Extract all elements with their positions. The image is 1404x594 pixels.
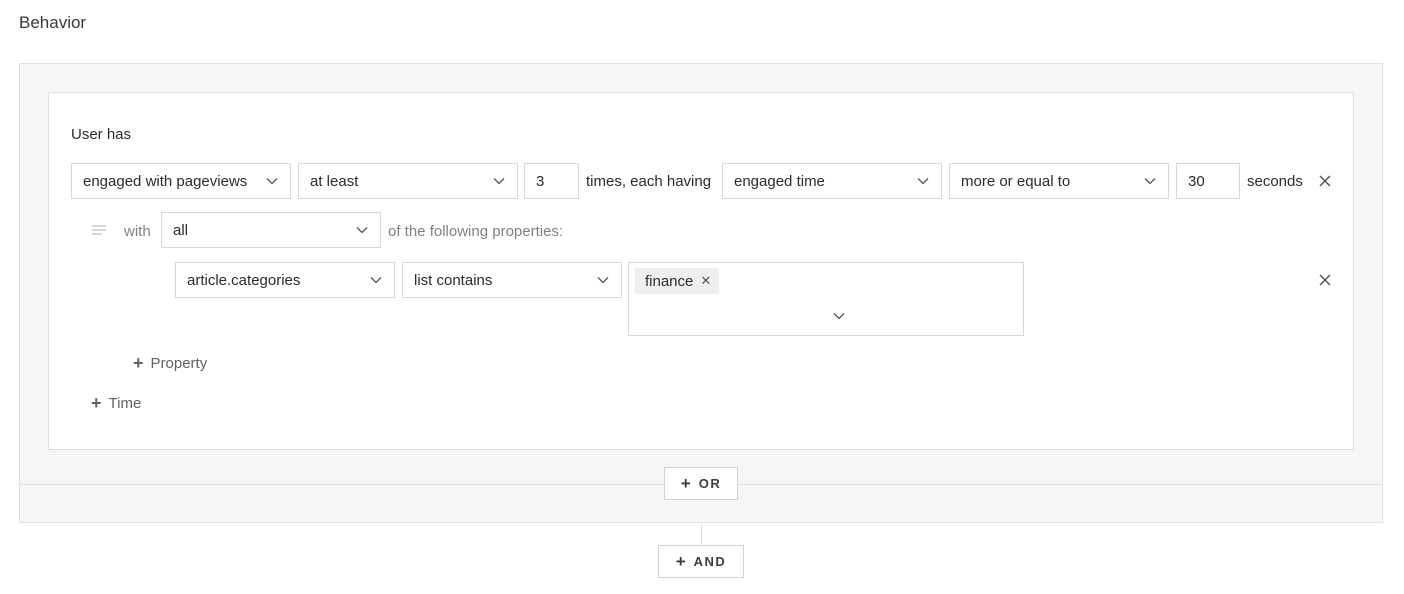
- plus-icon: +: [675, 551, 686, 571]
- chevron-down-icon: [493, 175, 505, 187]
- add-property-button[interactable]: + Property: [133, 353, 207, 374]
- chevron-down-icon[interactable]: [833, 309, 845, 321]
- property-operator-value: list contains: [414, 271, 493, 289]
- metric-select[interactable]: engaged time: [722, 163, 942, 199]
- with-label: with: [124, 223, 151, 240]
- behavior-group: User has engaged with pageviews at least…: [19, 63, 1383, 523]
- property-operator-select[interactable]: list contains: [402, 262, 622, 298]
- chevron-down-icon: [917, 175, 929, 187]
- qualifier-select[interactable]: at least: [298, 163, 518, 199]
- user-has-label: User has: [71, 126, 132, 143]
- seconds-label: seconds: [1247, 173, 1303, 190]
- comparison-select[interactable]: more or equal to: [949, 163, 1169, 199]
- lines-icon[interactable]: [92, 224, 108, 236]
- value-tag-label: finance: [645, 272, 694, 290]
- plus-icon: +: [680, 473, 691, 493]
- following-properties-label: of the following properties:: [388, 223, 564, 240]
- count-input-value: 3: [536, 172, 545, 190]
- plus-icon: +: [91, 393, 102, 413]
- add-time-button[interactable]: + Time: [91, 393, 141, 414]
- action-select[interactable]: engaged with pageviews: [71, 163, 291, 199]
- metric-select-value: engaged time: [734, 172, 825, 190]
- count-input[interactable]: 3: [524, 163, 579, 199]
- comparison-select-value: more or equal to: [961, 172, 1071, 190]
- chevron-down-icon: [356, 224, 368, 236]
- chevron-down-icon: [597, 274, 609, 286]
- qualifier-select-value: at least: [310, 172, 359, 190]
- value-tag: finance ✕: [635, 268, 720, 294]
- seconds-input-value: 30: [1188, 172, 1205, 190]
- connector-line: [701, 522, 702, 546]
- match-select-value: all: [173, 221, 189, 239]
- and-button-label: AND: [693, 554, 727, 569]
- remove-property-close-icon[interactable]: [1318, 273, 1332, 287]
- and-button[interactable]: + AND: [658, 545, 744, 578]
- rule-card: User has engaged with pageviews at least…: [48, 92, 1354, 450]
- remove-rule-close-icon[interactable]: [1318, 174, 1332, 188]
- or-button[interactable]: + OR: [664, 467, 738, 500]
- property-field-select[interactable]: article.categories: [175, 262, 395, 298]
- add-time-label: Time: [108, 395, 142, 412]
- chevron-down-icon: [266, 175, 278, 187]
- times-label: times, each having: [586, 173, 712, 190]
- property-field-value: article.categories: [187, 271, 301, 289]
- action-select-value: engaged with pageviews: [83, 172, 248, 190]
- property-values-multiselect[interactable]: finance ✕: [628, 262, 1024, 336]
- match-select[interactable]: all: [161, 212, 381, 248]
- seconds-input[interactable]: 30: [1176, 163, 1240, 199]
- plus-icon: +: [133, 353, 144, 373]
- add-property-label: Property: [150, 355, 208, 372]
- or-button-label: OR: [698, 476, 722, 491]
- chevron-down-icon: [1144, 175, 1156, 187]
- section-title: Behavior: [19, 13, 87, 32]
- remove-tag-close-icon[interactable]: ✕: [700, 273, 711, 289]
- chevron-down-icon: [370, 274, 382, 286]
